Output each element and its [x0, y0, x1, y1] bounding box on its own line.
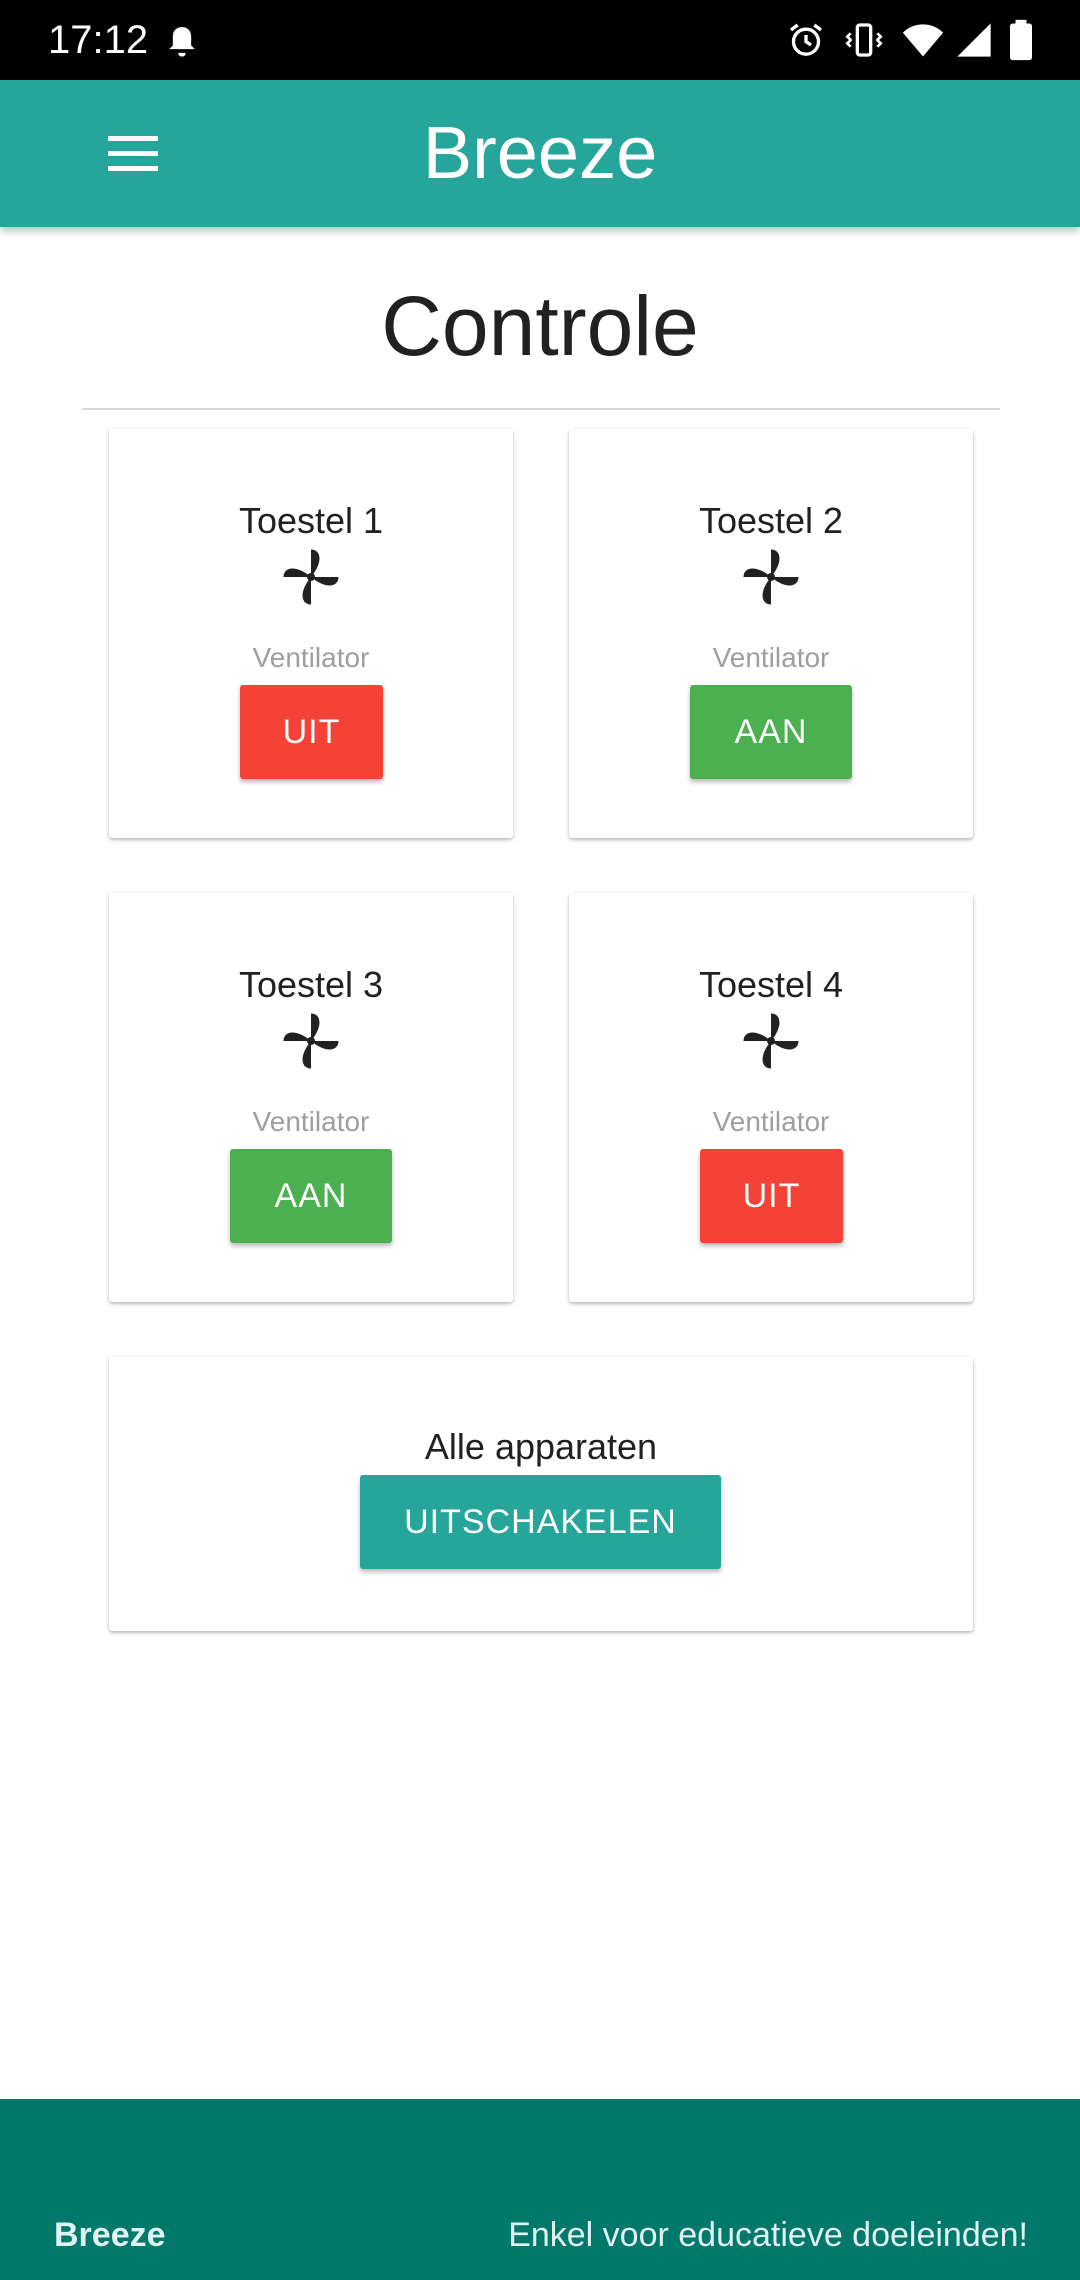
fan-icon	[743, 1013, 799, 1069]
fan-icon	[743, 549, 799, 605]
alarm-icon	[790, 23, 822, 56]
device-type: Ventilator	[712, 642, 830, 673]
app-bar: Breeze	[0, 80, 1080, 227]
device-card-2: Toestel 2 Ventilator AAN	[569, 429, 973, 838]
footer: Breeze Enkel voor educatieve doeleinden!	[0, 2099, 1080, 2280]
toggle-button-device-2[interactable]: AAN	[690, 685, 852, 779]
status-time: 17:12	[48, 18, 149, 62]
device-name: Toestel 2	[698, 500, 844, 541]
fan-icon	[283, 549, 339, 605]
vibrate-icon	[845, 23, 883, 57]
device-type: Ventilator	[252, 1106, 370, 1137]
toggle-button-device-1[interactable]: UIT	[240, 685, 383, 779]
device-name: Toestel 4	[698, 964, 844, 1005]
all-devices-label: Alle apparaten	[424, 1426, 658, 1467]
device-card-1: Toestel 1 Ventilator UIT	[109, 429, 513, 838]
footer-brand: Breeze	[54, 2216, 166, 2254]
divider	[82, 408, 1000, 410]
all-devices-card: Alle apparaten UITSCHAKELEN	[109, 1357, 973, 1631]
device-type: Ventilator	[252, 642, 370, 673]
device-card-3: Toestel 3 Ventilator AAN	[109, 893, 513, 1302]
notification-bell-icon	[169, 27, 195, 57]
page-title: Controle	[381, 279, 699, 373]
toggle-button-device-4[interactable]: UIT	[700, 1149, 843, 1243]
wifi-icon	[902, 24, 944, 57]
device-type: Ventilator	[712, 1106, 830, 1137]
toggle-button-device-3[interactable]: AAN	[230, 1149, 392, 1243]
fan-icon	[283, 1013, 339, 1069]
app-title: Breeze	[422, 111, 658, 194]
device-name: Toestel 3	[238, 964, 384, 1005]
device-name: Toestel 1	[238, 500, 384, 541]
footer-note: Enkel voor educatieve doeleinden!	[508, 2216, 1028, 2254]
turn-off-all-button[interactable]: UITSCHAKELEN	[360, 1475, 721, 1569]
device-card-4: Toestel 4 Ventilator UIT	[569, 893, 973, 1302]
battery-icon	[1010, 19, 1032, 61]
status-bar: 17:12	[0, 0, 1080, 80]
signal-icon	[957, 23, 991, 57]
